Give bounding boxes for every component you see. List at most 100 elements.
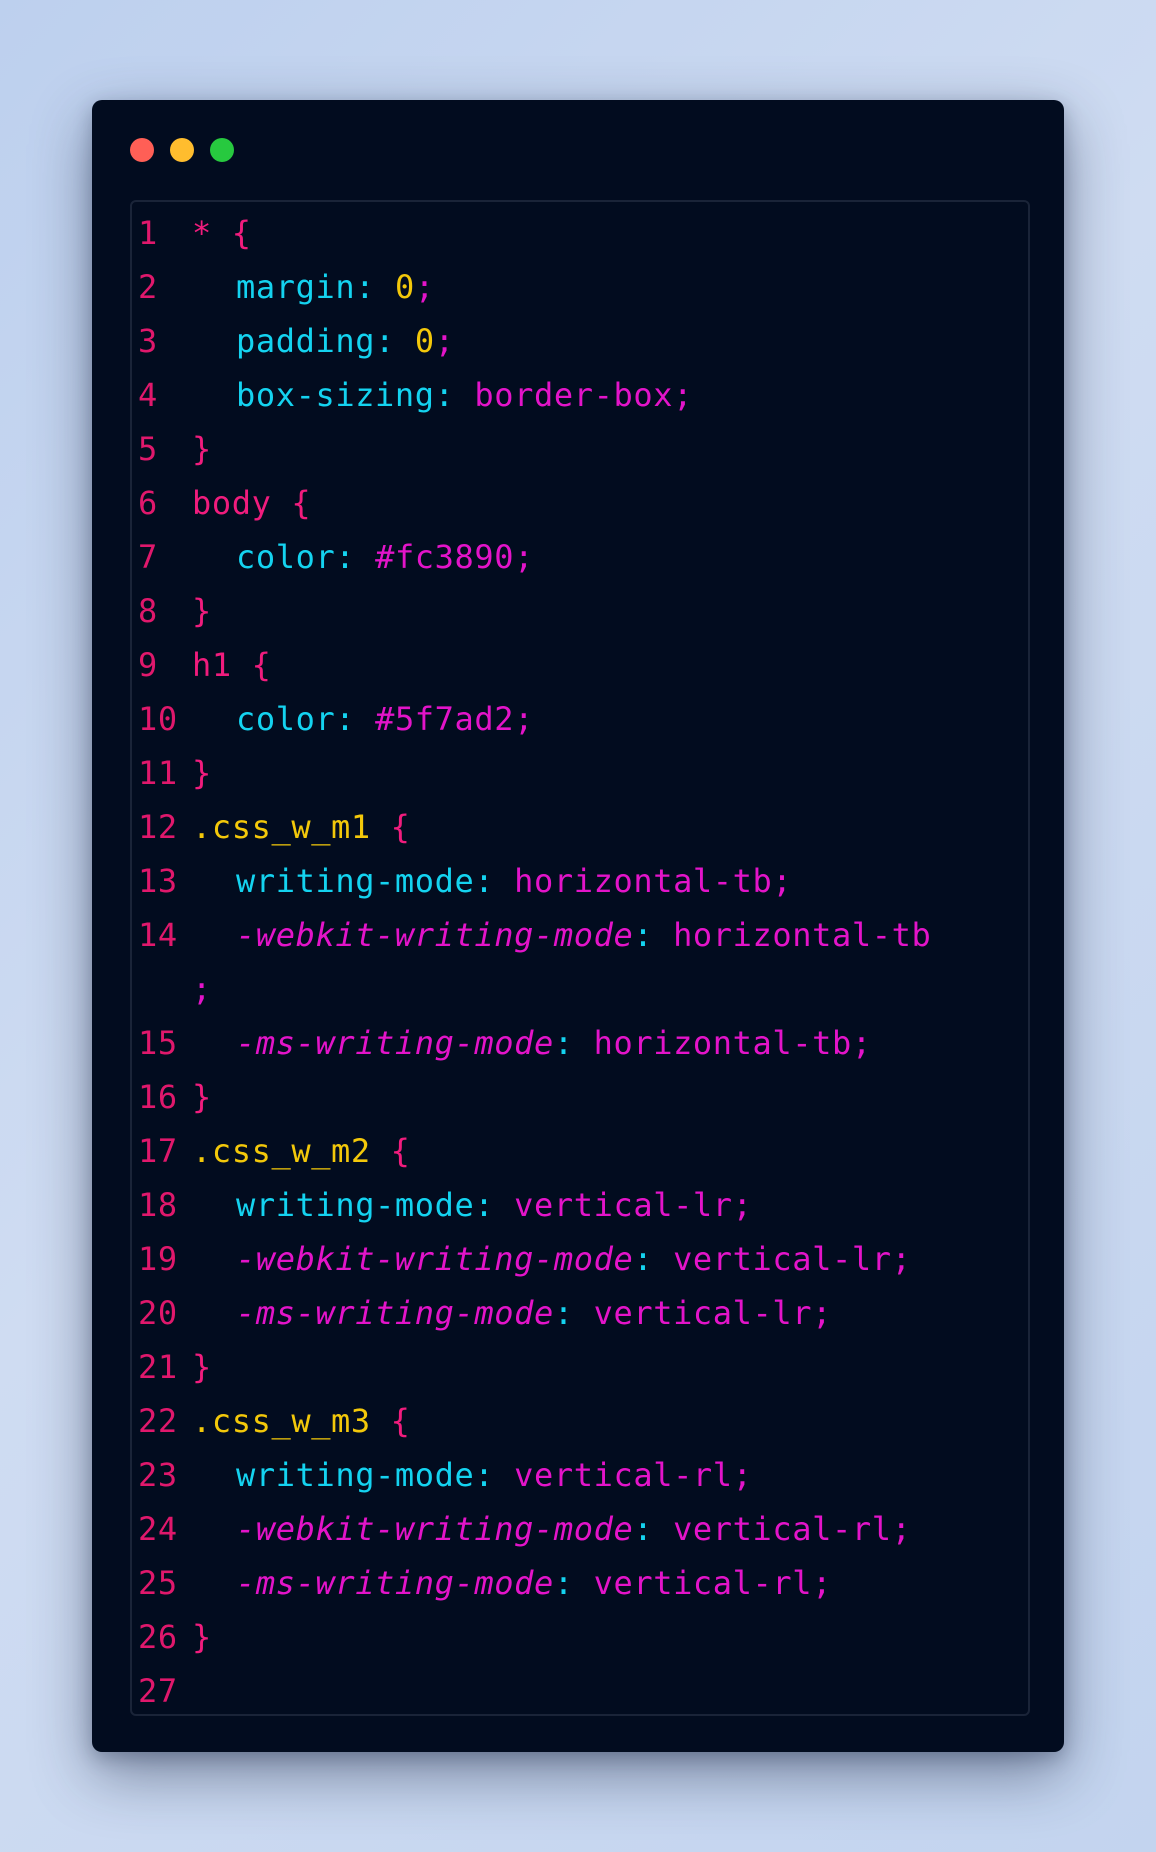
colon: :: [474, 862, 495, 900]
code-line: 5}: [132, 422, 1028, 476]
open-brace: {: [390, 1402, 411, 1440]
semicolon: ;: [732, 1456, 753, 1494]
line-content: }: [192, 746, 212, 800]
line-content: * {: [192, 206, 252, 260]
property-name: box-sizing: [236, 376, 435, 414]
line-number: 6: [138, 484, 158, 522]
code-line: 13 writing-mode: horizontal-tb;: [132, 854, 1028, 908]
property-name: writing-mode: [236, 1456, 475, 1494]
code-editor[interactable]: 1 * {2 margin: 0; 3 padding: 0; 4 box-sizing: …: [130, 200, 1030, 1716]
code-line: 25 -ms-writing-mode: vertical-rl;: [132, 1556, 1028, 1610]
line-content: }: [192, 422, 212, 476]
semicolon: ;: [732, 1186, 753, 1224]
colon: :: [553, 1024, 574, 1062]
code-window: 1 * {2 margin: 0; 3 padding: 0; 4 box-sizing: …: [92, 100, 1064, 1752]
colon: :: [434, 376, 455, 414]
semicolon: ;: [891, 1510, 912, 1548]
line-content: }: [192, 584, 212, 638]
property-value: vertical-lr: [673, 1240, 892, 1278]
line-content: writing-mode: vertical-lr;: [192, 1178, 753, 1232]
code-line: 20 -ms-writing-mode: vertical-lr;: [132, 1286, 1028, 1340]
line-number: 4: [138, 376, 158, 414]
line-content: .css_w_m3 {: [192, 1394, 411, 1448]
colon: :: [633, 1510, 654, 1548]
minimize-dot-icon[interactable]: [170, 138, 194, 162]
semicolon: ;: [772, 862, 793, 900]
line-content: body {: [192, 476, 311, 530]
semicolon: ;: [812, 1564, 833, 1602]
code-line: 18 writing-mode: vertical-lr;: [132, 1178, 1028, 1232]
line-number: 2: [138, 268, 158, 306]
colon: :: [553, 1564, 574, 1602]
number-value: 0: [414, 322, 435, 360]
line-content: writing-mode: horizontal-tb;: [192, 854, 792, 908]
line-number: 23: [138, 1456, 178, 1494]
code-line: 6 body {: [132, 476, 1028, 530]
line-content: -ms-writing-mode: horizontal-tb;: [192, 1016, 872, 1070]
line-number: 15: [138, 1024, 178, 1062]
line-number: 20: [138, 1294, 178, 1332]
property-value: vertical-rl: [514, 1456, 733, 1494]
code-line: 21}: [132, 1340, 1028, 1394]
property-value: horizontal-tb: [673, 916, 932, 954]
line-content: margin: 0;: [192, 260, 435, 314]
line-content: padding: 0;: [192, 314, 455, 368]
code-line: 24 -webkit-writing-mode: vertical-rl;: [132, 1502, 1028, 1556]
open-brace: {: [251, 646, 272, 684]
line-number: 14: [138, 916, 178, 954]
colon: :: [633, 1240, 654, 1278]
line-content: }: [192, 1070, 212, 1124]
line-content: ;: [192, 962, 212, 1016]
line-number: 21: [138, 1348, 178, 1386]
semicolon: ;: [514, 700, 535, 738]
class-selector: .css_w_m3: [192, 1402, 371, 1440]
line-number: 1: [138, 214, 158, 252]
property-name: color: [236, 700, 336, 738]
colon: :: [335, 700, 356, 738]
semicolon: ;: [891, 1240, 912, 1278]
open-brace: {: [390, 1132, 411, 1170]
close-brace: }: [192, 754, 212, 792]
open-brace: {: [291, 484, 312, 522]
code-line: 10 color: #5f7ad2;: [132, 692, 1028, 746]
property-value: horizontal-tb: [514, 862, 773, 900]
code-line: 14 -webkit-writing-mode: horizontal-tb: [132, 908, 1028, 962]
line-content: box-sizing: border-box;: [192, 368, 693, 422]
code-line: 11}: [132, 746, 1028, 800]
line-number: 7: [138, 538, 158, 576]
semicolon: ;: [673, 376, 693, 414]
open-brace: {: [390, 808, 411, 846]
semicolon: ;: [812, 1294, 833, 1332]
semicolon: ;: [434, 322, 455, 360]
line-number: 12: [138, 808, 178, 846]
line-content: writing-mode: vertical-rl;: [192, 1448, 753, 1502]
property-value: horizontal-tb: [593, 1024, 852, 1062]
property-name: padding: [236, 322, 376, 360]
property-value: vertical-lr: [514, 1186, 733, 1224]
vendor-property-name: -webkit-writing-mode: [236, 916, 634, 954]
colon: :: [553, 1294, 574, 1332]
property-name: color: [236, 538, 336, 576]
line-content: -webkit-writing-mode: vertical-lr;: [192, 1232, 911, 1286]
selector: *: [192, 214, 212, 252]
line-content: }: [192, 1340, 212, 1394]
code-line: 16}: [132, 1070, 1028, 1124]
line-number: 13: [138, 862, 178, 900]
line-content: }: [192, 1610, 212, 1664]
line-content: .css_w_m2 {: [192, 1124, 411, 1178]
vendor-property-name: -ms-writing-mode: [236, 1294, 554, 1332]
code-line: 1 * {: [132, 206, 1028, 260]
line-content: h1 {: [192, 638, 271, 692]
close-brace: }: [192, 1078, 212, 1116]
semicolon: ;: [514, 538, 535, 576]
line-content: -ms-writing-mode: vertical-rl;: [192, 1556, 832, 1610]
selector: h1: [192, 646, 232, 684]
number-value: 0: [394, 268, 415, 306]
open-brace: {: [231, 214, 252, 252]
maximize-dot-icon[interactable]: [210, 138, 234, 162]
line-content: -webkit-writing-mode: vertical-rl;: [192, 1502, 911, 1556]
code-line: 15 -ms-writing-mode: horizontal-tb;: [132, 1016, 1028, 1070]
colon: :: [633, 916, 654, 954]
vendor-property-name: -ms-writing-mode: [236, 1024, 554, 1062]
close-dot-icon[interactable]: [130, 138, 154, 162]
